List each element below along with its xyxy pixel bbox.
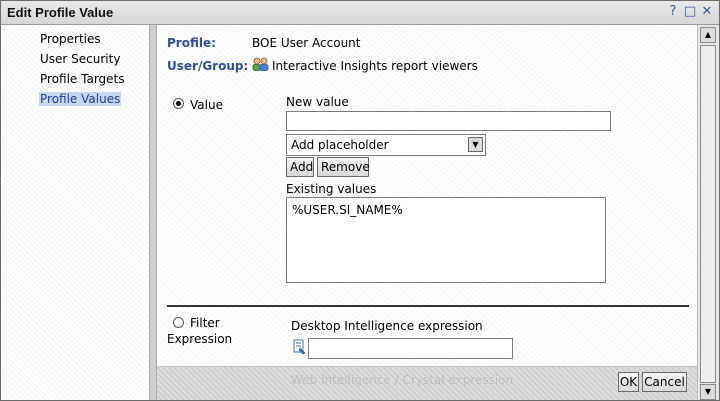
ok-button[interactable]: OK <box>618 372 639 392</box>
value-radio[interactable] <box>173 98 184 109</box>
sidebar-item-properties[interactable]: Properties <box>39 31 126 51</box>
sidebar-item-user-security[interactable]: User Security <box>39 51 126 71</box>
filter-radio-label: Filter <box>190 316 220 330</box>
existing-values-listbox[interactable]: %USER.SI_NAME% <box>286 197 606 283</box>
title-bar: Edit Profile Value ? □ ✕ <box>1 1 719 25</box>
vertical-scrollbar[interactable]: ▲ ▼ <box>697 25 719 400</box>
sidebar-item-label: Properties <box>40 32 101 46</box>
add-button[interactable]: Add <box>286 157 314 177</box>
sidebar-item-label: Profile Values <box>39 92 122 106</box>
help-icon[interactable]: ? <box>667 4 679 19</box>
list-item[interactable]: %USER.SI_NAME% <box>287 198 605 217</box>
cancel-button[interactable]: Cancel <box>642 372 687 392</box>
existing-values-label: Existing values <box>286 182 377 196</box>
sidebar-item-profile-targets[interactable]: Profile Targets <box>39 71 126 91</box>
restore-icon[interactable]: □ <box>684 4 696 19</box>
scroll-up-icon[interactable]: ▲ <box>700 27 716 43</box>
sidebar-nav: Properties User Security Profile Targets… <box>39 31 126 111</box>
window-controls: ? □ ✕ <box>667 4 713 19</box>
expression-radio-label: Expression <box>167 332 233 346</box>
desktop-intelligence-input[interactable] <box>308 338 513 359</box>
chevron-down-icon[interactable]: ▼ <box>468 137 483 152</box>
profile-label: Profile: <box>167 36 216 50</box>
close-icon[interactable]: ✕ <box>701 4 713 19</box>
scroll-thumb[interactable] <box>700 45 716 383</box>
web-intelligence-label: Web Intelligence / Crystal expression <box>291 373 514 387</box>
profile-value: BOE User Account <box>252 36 361 50</box>
remove-button[interactable]: Remove <box>317 157 370 177</box>
scroll-down-icon[interactable]: ▼ <box>700 384 716 400</box>
filter-expression-radio[interactable] <box>173 317 184 328</box>
sidebar-item-profile-values[interactable]: Profile Values <box>39 91 126 111</box>
sidebar: Properties User Security Profile Targets… <box>1 25 149 400</box>
section-divider <box>167 305 689 307</box>
expression-editor-icon[interactable] <box>293 339 307 358</box>
desktop-intelligence-label: Desktop Intelligence expression <box>291 319 483 333</box>
new-value-label: New value <box>286 95 349 109</box>
value-radio-label: Value <box>190 98 223 112</box>
new-value-input[interactable] <box>286 111 611 131</box>
add-placeholder-select[interactable]: Add placeholder ▼ <box>286 134 486 156</box>
usergroup-value: Interactive Insights report viewers <box>272 59 478 73</box>
window-title: Edit Profile Value <box>7 5 114 20</box>
users-group-icon <box>252 57 270 74</box>
sidebar-item-label: Profile Targets <box>40 72 125 86</box>
pane-splitter[interactable] <box>149 25 157 400</box>
sidebar-item-label: User Security <box>40 52 121 66</box>
edit-profile-value-window: Edit Profile Value ? □ ✕ Properties User… <box>0 0 720 401</box>
add-placeholder-selected: Add placeholder <box>291 138 389 152</box>
usergroup-label: User/Group: <box>167 59 249 73</box>
